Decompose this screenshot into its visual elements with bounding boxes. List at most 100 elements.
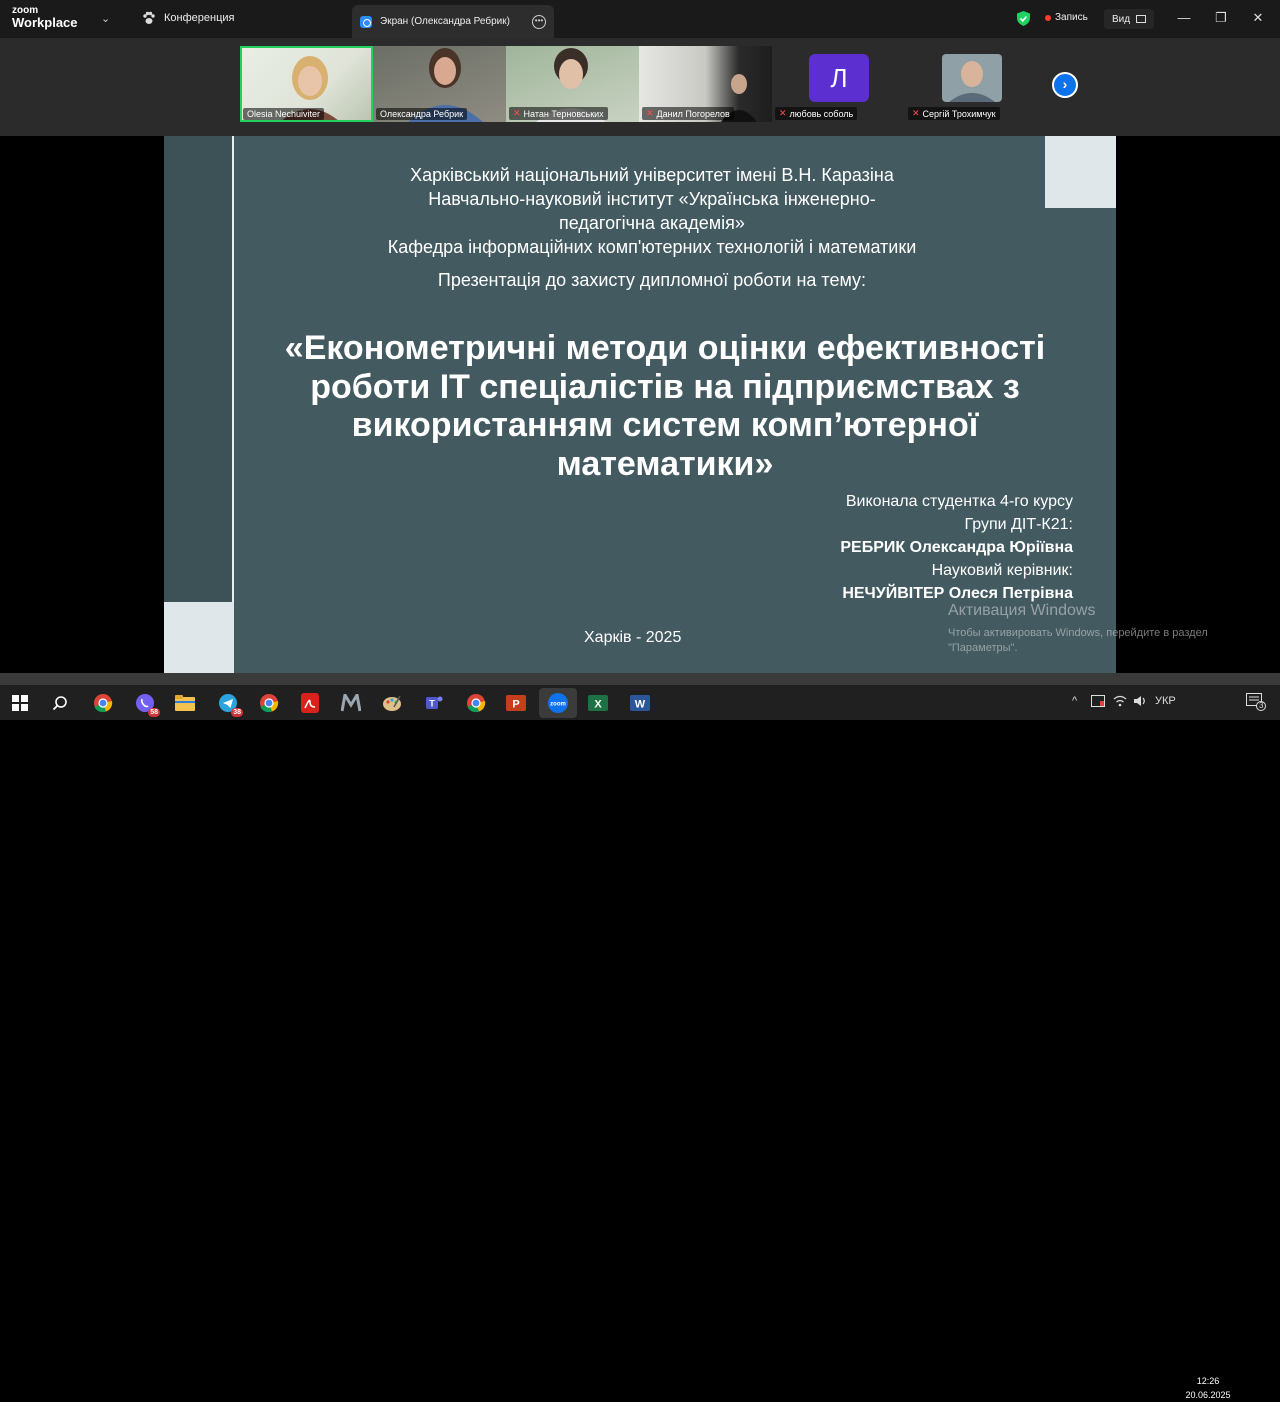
participant-name: Данил Погорелов <box>656 108 730 119</box>
watermark-title: Активация Windows <box>948 602 1096 619</box>
svg-text:P: P <box>512 699 519 711</box>
teams-icon[interactable]: T <box>423 692 445 714</box>
participant-tile[interactable]: ✕ Сергій Трохимчук <box>905 46 1038 122</box>
watermark-line: "Параметры". <box>948 642 1018 654</box>
slide-city-year: Харків - 2025 <box>584 629 682 646</box>
participant-tile[interactable]: Olesia Nechuiviter <box>240 46 373 122</box>
record-label: Запись <box>1055 12 1088 23</box>
system-clock[interactable]: 12:26 20.06.2025 <box>1184 1374 1232 1402</box>
notifications-icon[interactable]: 3 <box>1246 693 1267 712</box>
screen-share-tab[interactable]: Экран (Олександра Ребрик) ••• <box>352 5 554 38</box>
powerpoint-icon[interactable]: P <box>505 692 527 714</box>
windows-start-icon[interactable] <box>9 692 31 714</box>
maximize-button[interactable]: ❐ <box>1211 8 1231 28</box>
svg-text:zoom: zoom <box>550 702 566 708</box>
participant-tile[interactable]: Л ✕ любовь соболь <box>772 46 905 122</box>
mathcad-icon[interactable] <box>340 692 362 714</box>
file-explorer-icon[interactable] <box>174 692 196 714</box>
window-bottom-bar <box>0 673 1280 685</box>
participant-tiles: Olesia Nechuiviter Олександра Ребрик ✕ На… <box>240 46 1038 122</box>
slide-divider <box>232 136 234 673</box>
participant-name: Olesia Nechuiviter <box>247 109 321 119</box>
info-line: Науковий керівник: <box>931 562 1073 579</box>
title-line: використанням систем комп’ютерної <box>351 406 979 444</box>
record-dot-icon <box>1045 14 1051 21</box>
slide-title: «Економетричні методи оцінки ефективност… <box>250 329 1080 483</box>
clock-date: 20.06.2025 <box>1185 1390 1231 1400</box>
close-button[interactable]: ✕ <box>1248 8 1268 28</box>
header-line: педагогічна академія» <box>559 213 745 233</box>
header-line: Навчально-науковий інститут «Українська … <box>428 189 876 209</box>
encryption-shield-icon[interactable] <box>1017 11 1030 26</box>
participant-name-tag: ✕ любовь соболь <box>775 107 858 120</box>
avatar: Л <box>809 54 869 102</box>
tray-chevron-icon[interactable]: ^ <box>1072 695 1077 707</box>
shared-slide: Харківський національний університет іме… <box>164 136 1116 673</box>
clock-time: 12:26 <box>1196 1376 1220 1386</box>
muted-mic-icon: ✕ <box>779 108 787 118</box>
record-button[interactable]: Запись <box>1045 12 1088 23</box>
view-button[interactable]: Вид <box>1104 9 1154 29</box>
grid-view-icon <box>1136 15 1147 23</box>
title-line: роботи IT спеціалістів на підприємствах … <box>310 367 1020 406</box>
windows-taskbar: 58 38 T P zoom X W ^ УКР 12:26 20.06.202… <box>0 685 1280 1400</box>
minimize-button[interactable]: — <box>1174 8 1194 28</box>
participant-name: Олександра Ребрик <box>380 109 464 119</box>
chrome-alt-icon[interactable] <box>465 692 487 714</box>
participant-name-tag: ✕ Натан Терновських <box>509 107 608 120</box>
student-name: РЕБРИК Олександра Юріївна <box>840 539 1073 556</box>
header-line: Харківський національний університет іме… <box>410 165 894 185</box>
notification-count: 3 <box>1256 701 1267 711</box>
title-line: математики» <box>556 444 774 483</box>
telegram-icon[interactable]: 38 <box>217 692 243 717</box>
title-bar: zoom Workplace ⌄ Конференция Экран (Олек… <box>0 0 1280 38</box>
participant-name-tag: ✕ Данил Погорелов <box>642 107 734 120</box>
acrobat-icon[interactable] <box>299 692 321 714</box>
participant-tile[interactable]: ✕ Натан Терновських <box>506 46 639 122</box>
header-line: Кафедра інформаційних комп'ютерних техно… <box>387 237 917 257</box>
muted-mic-icon: ✕ <box>912 108 920 118</box>
slide-header: Харківський національний університет іме… <box>284 163 1020 259</box>
excel-icon[interactable]: X <box>587 692 609 714</box>
svg-text:T: T <box>429 699 435 709</box>
participant-name-tag: Olesia Nechuiviter <box>243 108 325 120</box>
slide-corner-square <box>1045 136 1116 208</box>
slide-author-info: Виконала студентка 4-го курсу Групи ДІТ-… <box>840 490 1073 605</box>
paw-icon <box>143 11 155 24</box>
info-line: Виконала студентка 4-го курсу <box>845 493 1073 510</box>
conference-tab[interactable]: Конференция <box>142 11 234 25</box>
zoom-logo: zoom Workplace <box>12 6 78 30</box>
participant-name-tag: ✕ Сергій Трохимчук <box>908 107 1000 120</box>
slide-corner-square <box>164 602 234 673</box>
svg-text:X: X <box>594 699 602 711</box>
screen-share-label: Экран (Олександра Ребрик) <box>380 16 510 27</box>
volume-icon[interactable] <box>1133 695 1147 710</box>
language-indicator[interactable]: УКР <box>1155 695 1176 707</box>
logo-line2: Workplace <box>12 15 78 30</box>
participant-tile[interactable]: ✕ Данил Погорелов <box>639 46 772 122</box>
wifi-icon[interactable] <box>1113 695 1127 710</box>
participant-name: любовь соболь <box>789 108 854 119</box>
more-options-icon[interactable]: ••• <box>532 14 546 29</box>
watermark-line: Чтобы активировать Windows, перейдите в … <box>948 627 1208 639</box>
info-line: Групи ДІТ-К21: <box>964 516 1073 533</box>
chrome-icon[interactable] <box>92 692 114 714</box>
chrome-profile-icon[interactable] <box>258 692 280 714</box>
tray-app-icon[interactable] <box>1091 695 1105 710</box>
conference-label: Конференция <box>164 12 235 24</box>
title-line: «Економетричні методи оцінки ефективност… <box>284 329 1046 367</box>
participant-name: Сергій Трохимчук <box>922 108 996 119</box>
telegram-badge: 38 <box>231 708 243 717</box>
paint-icon[interactable] <box>381 692 403 714</box>
word-icon[interactable]: W <box>629 692 651 714</box>
screen-share-icon <box>360 15 372 28</box>
app-menu-chevron-icon[interactable]: ⌄ <box>101 12 110 25</box>
muted-mic-icon: ✕ <box>646 108 654 118</box>
svg-text:W: W <box>635 699 646 711</box>
next-participants-icon[interactable]: › <box>1052 72 1078 98</box>
participant-name: Натан Терновських <box>523 108 604 119</box>
zoom-taskbar-icon[interactable]: zoom <box>539 688 577 718</box>
viber-icon[interactable]: 58 <box>134 692 160 717</box>
search-icon[interactable] <box>49 692 71 714</box>
participant-tile[interactable]: Олександра Ребрик <box>373 46 506 122</box>
